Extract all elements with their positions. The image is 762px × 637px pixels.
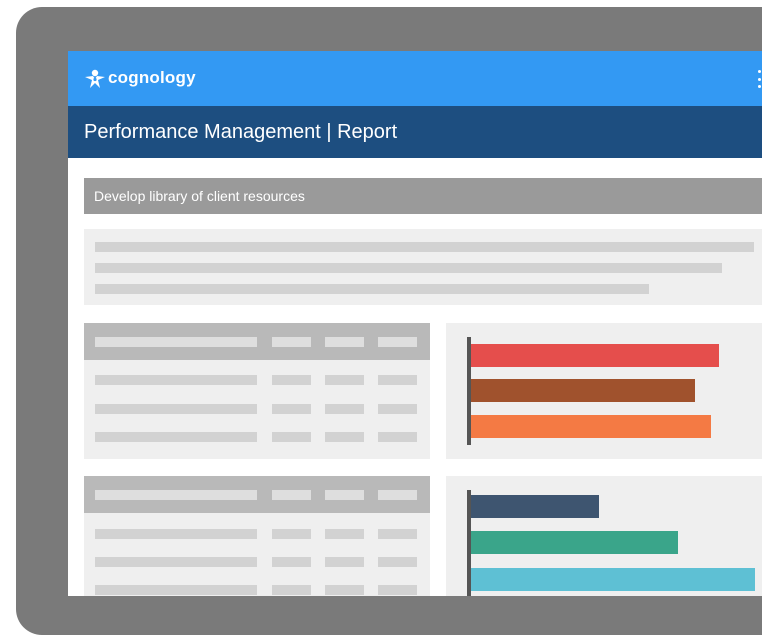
placeholder-text-line xyxy=(95,242,754,252)
table-header xyxy=(84,323,430,360)
placeholder-text-line xyxy=(95,284,649,294)
placeholder-text-line xyxy=(95,263,722,273)
header-cell xyxy=(272,490,311,500)
logo[interactable]: cognology xyxy=(84,61,196,95)
header-cell xyxy=(325,337,364,347)
header-cell xyxy=(95,337,257,347)
bar-chart-2 xyxy=(446,476,762,596)
data-table-2 xyxy=(84,476,430,596)
description-placeholder xyxy=(84,229,762,305)
page-title: Performance Management | Report xyxy=(84,121,398,143)
header-cell xyxy=(378,337,417,347)
data-table-1 xyxy=(84,323,430,459)
chart-bar xyxy=(471,495,599,518)
task-heading-bar[interactable]: Develop library of client resources xyxy=(84,178,762,214)
header-cell xyxy=(378,490,417,500)
more-menu-icon[interactable] xyxy=(758,70,762,88)
header-cell xyxy=(95,490,257,500)
chart-bar xyxy=(471,344,719,367)
page-header: Performance Management | Report xyxy=(68,106,762,158)
bar-chart-1-svg xyxy=(467,337,719,445)
chart-axis xyxy=(467,337,471,445)
app-screen: cognology Performance Management | Repor… xyxy=(68,51,762,596)
task-title: Develop library of client resources xyxy=(94,188,305,204)
chart-bar xyxy=(471,415,711,438)
top-nav-bar: cognology xyxy=(68,51,762,106)
header-cell xyxy=(272,337,311,347)
bar-chart-2-svg xyxy=(467,490,755,596)
header-cell xyxy=(325,490,364,500)
chart-bar xyxy=(471,531,678,554)
bar-chart-1 xyxy=(446,323,762,459)
chart-bar xyxy=(471,568,755,591)
cognology-logo-icon xyxy=(85,69,105,88)
chart-axis xyxy=(467,490,471,596)
table-header xyxy=(84,476,430,513)
logo-text: cognology xyxy=(108,68,196,87)
chart-bar xyxy=(471,379,695,402)
